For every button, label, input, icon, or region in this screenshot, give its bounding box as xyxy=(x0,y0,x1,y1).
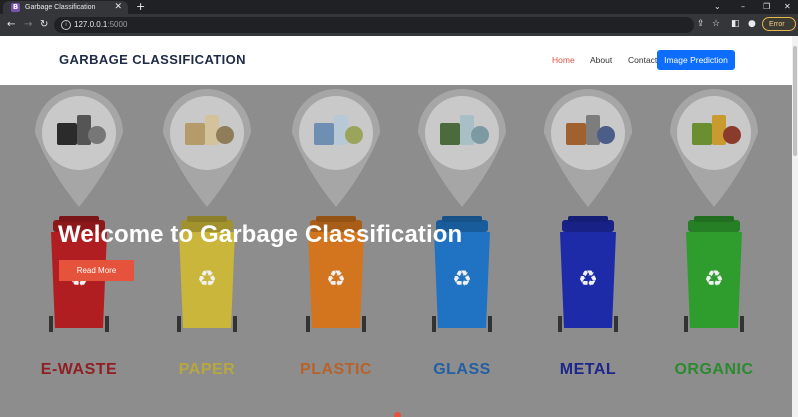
electronics-item-icon xyxy=(57,123,77,145)
bin-wheel-icon xyxy=(306,316,310,332)
plastic-item-icon xyxy=(314,123,334,145)
recycle-icon: ♻ xyxy=(452,267,472,292)
metal-item-icon xyxy=(566,123,586,145)
organic-item-icon xyxy=(692,123,712,145)
browser-tab[interactable]: B Garbage Classification ✕ xyxy=(3,1,128,14)
nav-contact-link[interactable]: Contact xyxy=(628,55,657,65)
bin-label-metal: METAL xyxy=(559,361,617,378)
bookmark-star-icon[interactable]: ☆ xyxy=(712,17,720,31)
profile-avatar-icon[interactable]: ● xyxy=(748,17,756,31)
site-info-icon[interactable]: i xyxy=(61,20,71,30)
bin-wheel-icon xyxy=(684,316,688,332)
metal-item-icon xyxy=(586,115,600,145)
bin-label-plastic: PLASTIC xyxy=(300,361,372,378)
url-text: 127.0.0.1:5000 xyxy=(74,19,127,31)
bin-wheel-icon xyxy=(614,316,618,332)
electronics-item-icon xyxy=(77,115,91,145)
carousel-indicator-dot[interactable] xyxy=(394,412,401,417)
tab-title: Garbage Classification xyxy=(25,4,96,11)
organic-item-icon xyxy=(712,115,726,145)
share-icon[interactable]: ⇪ xyxy=(697,17,705,31)
url-host: 127.0.0.1 xyxy=(74,20,108,29)
back-arrow-icon[interactable]: ← xyxy=(7,18,15,32)
plastic-item-icon xyxy=(334,115,348,145)
metal-item-icon xyxy=(597,126,615,144)
bin-label-glass: GLASS xyxy=(433,361,491,378)
bin-wheel-icon xyxy=(362,316,366,332)
bin-label-electronics: E-WASTE xyxy=(40,361,118,378)
forward-arrow-icon[interactable]: → xyxy=(24,18,32,32)
site-header: GARBAGE CLASSIFICATION Home About Contac… xyxy=(0,36,798,85)
new-tab-plus-icon[interactable]: + xyxy=(136,0,145,14)
bin-wheel-icon xyxy=(488,316,492,332)
bin-wheel-icon xyxy=(105,316,109,332)
window-close-icon[interactable]: ✕ xyxy=(784,0,791,14)
browser-toolbar: ← → ↻ i 127.0.0.1:5000 ⇪ ☆ ◧ ● Error xyxy=(0,14,798,36)
paper-item-icon xyxy=(205,115,219,145)
plastic-item-icon xyxy=(345,126,363,144)
bin-label-organic: ORGANIC xyxy=(674,361,754,378)
site-logo-text[interactable]: GARBAGE CLASSIFICATION xyxy=(59,52,246,67)
address-bar[interactable]: i 127.0.0.1:5000 xyxy=(54,17,694,33)
minimize-icon[interactable]: – xyxy=(741,0,745,14)
hero-title: Welcome to Garbage Classification xyxy=(58,221,463,248)
bin-wheel-icon xyxy=(432,316,436,332)
error-badge[interactable]: Error xyxy=(762,17,796,31)
image-prediction-button[interactable]: Image Prediction xyxy=(657,50,735,70)
electronics-item-icon xyxy=(88,126,106,144)
reload-icon[interactable]: ↻ xyxy=(40,18,48,32)
glass-item-icon xyxy=(471,126,489,144)
bin-handle xyxy=(694,216,734,222)
bin-wheel-icon xyxy=(233,316,237,332)
scrollbar-thumb[interactable] xyxy=(793,46,797,156)
hero-banner: ♻♻♻♻♻♻ Welcome to Garbage Classification… xyxy=(0,85,798,417)
bin-handle xyxy=(568,216,608,222)
url-port: :5000 xyxy=(107,20,128,29)
tab-search-chevron-icon[interactable]: ⌄ xyxy=(714,0,721,14)
tab-close-icon[interactable]: ✕ xyxy=(114,1,122,13)
recycle-icon: ♻ xyxy=(197,267,217,292)
organic-item-icon xyxy=(723,126,741,144)
restore-icon[interactable]: ❐ xyxy=(763,0,770,14)
paper-item-icon xyxy=(185,123,205,145)
read-more-button[interactable]: Read More xyxy=(59,260,134,281)
bootstrap-favicon-icon: B xyxy=(11,3,20,12)
glass-item-icon xyxy=(440,123,460,145)
bin-wheel-icon xyxy=(177,316,181,332)
glass-item-icon xyxy=(460,115,474,145)
bin-wheel-icon xyxy=(740,316,744,332)
side-panel-icon[interactable]: ◧ xyxy=(731,17,740,31)
bin-wheel-icon xyxy=(558,316,562,332)
paper-item-icon xyxy=(216,126,234,144)
page-scrollbar[interactable] xyxy=(792,36,798,417)
nav-about-link[interactable]: About xyxy=(590,55,612,65)
bin-label-paper: PAPER xyxy=(178,361,236,378)
recycle-icon: ♻ xyxy=(704,267,724,292)
recycle-icon: ♻ xyxy=(578,267,598,292)
nav-home-link[interactable]: Home xyxy=(552,55,575,65)
bin-wheel-icon xyxy=(49,316,53,332)
recycle-icon: ♻ xyxy=(326,267,346,292)
browser-tab-strip: B Garbage Classification ✕ + ⌄ – ❐ ✕ xyxy=(0,0,798,14)
